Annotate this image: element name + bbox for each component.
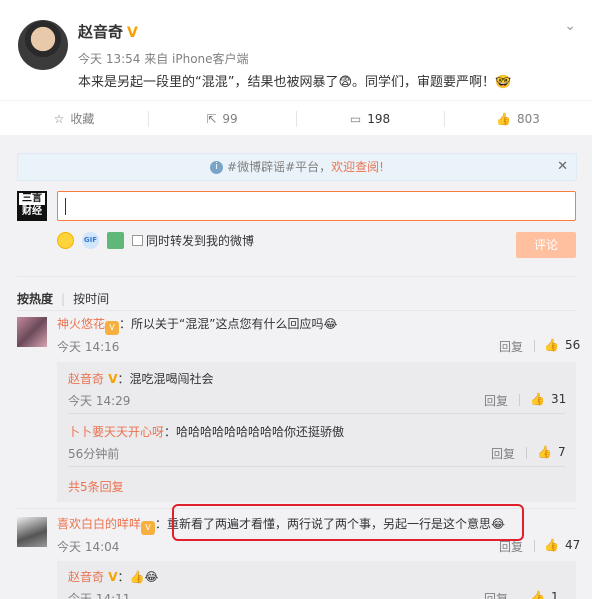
verified-badge-icon: V: [104, 372, 118, 386]
tab-sort-hot[interactable]: 按热度: [17, 292, 53, 306]
thumbs-up-icon: 👍: [537, 445, 552, 459]
divider: [68, 466, 565, 467]
author-name[interactable]: 赵音奇: [78, 23, 123, 41]
close-icon[interactable]: ✕: [557, 154, 568, 180]
favorite-button[interactable]: ☆ 收藏: [0, 101, 148, 137]
sort-tabs: 按热度 | 按时间: [17, 290, 109, 307]
repost-checkbox-label: 同时转发到我的微博: [146, 234, 255, 248]
divider: [17, 310, 577, 311]
action-bar: ☆ 收藏 ⇱ 99 ▭ 198 👍 803: [0, 100, 592, 136]
thumbs-up-icon: 👍: [544, 338, 559, 352]
tab-sort-time[interactable]: 按时间: [73, 292, 109, 306]
notice-text: #微博辟谣#平台，: [227, 160, 332, 174]
sub-comment-text: 赵音奇 V：混吃混喝闯社会: [68, 370, 214, 387]
sub-comment-text: 赵音奇 V：👍😂: [68, 568, 158, 585]
sub-comment-time: 56分钟前: [68, 447, 120, 461]
repost-count: 99: [222, 112, 238, 126]
verified-badge-icon: V: [127, 25, 138, 41]
comment-like-count: 31: [550, 392, 567, 406]
reply-button[interactable]: 回复: [484, 392, 508, 409]
comment-input[interactable]: [57, 191, 576, 221]
commenter-avatar[interactable]: [17, 317, 47, 347]
more-replies-link[interactable]: 共5条回复: [68, 478, 124, 495]
sub-comment-time: 今天 14:29: [68, 394, 131, 408]
member-badge-icon: V: [141, 521, 156, 535]
info-icon: i: [210, 161, 224, 174]
divider: [519, 394, 520, 406]
comment-like-count: 47: [564, 538, 581, 552]
gif-icon[interactable]: GIF: [82, 232, 99, 249]
tab-separator: |: [61, 292, 66, 306]
comment-body: ：所以关于“混混”这点您有什么回应吗😂: [119, 317, 338, 331]
reply-button[interactable]: 回复: [499, 338, 523, 355]
text-caret: [65, 198, 66, 215]
post-author[interactable]: 赵音奇 V: [78, 21, 138, 42]
divider: [526, 447, 527, 459]
user-avatar: 三言 财经: [17, 191, 47, 221]
commenter-avatar[interactable]: [17, 517, 47, 547]
logo-line1: 三言: [19, 193, 45, 205]
image-icon[interactable]: [107, 232, 124, 249]
repost-icon: ⇱: [206, 112, 217, 126]
rumor-notice: i #微博辟谣#平台，欢迎查阅! ✕: [17, 153, 577, 181]
post-content: 本来是另起一段里的“混混”，结果也被网暴了😨。同学们，审题要严啊！🤓: [78, 75, 512, 90]
author-avatar[interactable]: [18, 20, 68, 70]
highlight-annotation-box: [172, 504, 524, 541]
reply-button[interactable]: 回复: [491, 445, 515, 462]
divider: [534, 340, 535, 352]
divider: [68, 413, 565, 414]
sub-comment-body: ：👍😂: [117, 570, 159, 584]
logo-line2: 财经: [22, 206, 42, 217]
verified-badge-icon: V: [104, 570, 118, 584]
comment-like-button[interactable]: 👍 47: [544, 538, 580, 552]
comment-like-button[interactable]: 👍 31: [530, 392, 566, 406]
comment-count: 198: [367, 112, 391, 126]
comment-button[interactable]: ▭ 198: [296, 101, 444, 137]
comment-like-button[interactable]: 👍 7: [537, 445, 566, 459]
divider: [17, 276, 577, 277]
post-meta: 今天 13:54 来自 iPhone客户端: [78, 52, 249, 66]
weibo-post: 赵音奇 V 今天 13:54 来自 iPhone客户端 本来是另起一段里的“混混”…: [0, 0, 592, 100]
comment-like-count: 7: [557, 445, 566, 459]
commenter-name[interactable]: 喜欢白白的咩咩: [57, 517, 141, 531]
divider: [534, 540, 535, 552]
comment-text: 神火悠花 V ：所以关于“混混”这点您有什么回应吗😂: [57, 315, 337, 335]
emoji-icon[interactable]: [57, 232, 74, 249]
section-gap: [0, 136, 592, 146]
sub-comment-time: 今天 14:11: [68, 592, 131, 599]
comment-time: 今天 14:04: [57, 540, 120, 554]
sub-comment-body: ：混吃混喝闯社会: [117, 372, 214, 386]
chevron-down-icon[interactable]: ⌄: [564, 18, 576, 34]
sub-comment-body: ：哈哈哈哈哈哈哈哈哈你还挺骄傲: [164, 425, 345, 439]
comment-time: 今天 14:16: [57, 340, 120, 354]
comment-like-count: 56: [564, 338, 581, 352]
submit-comment-button[interactable]: 评论: [516, 232, 576, 258]
thumbs-up-icon: 👍: [530, 590, 545, 599]
commenter-name[interactable]: 神火悠花: [57, 317, 105, 331]
sub-comment-text: 卜卜要天天开心呀：哈哈哈哈哈哈哈哈哈你还挺骄傲: [68, 423, 344, 440]
comment-like-button[interactable]: 👍 56: [544, 338, 580, 352]
sub-commenter-name[interactable]: 赵音奇: [68, 372, 104, 386]
repost-button[interactable]: ⇱ 99: [148, 101, 296, 137]
star-icon: ☆: [53, 112, 65, 126]
like-button[interactable]: 👍 803: [444, 101, 592, 137]
reply-button[interactable]: 回复: [484, 590, 508, 599]
member-badge-icon: V: [105, 321, 120, 335]
comment-icon: ▭: [349, 112, 362, 126]
thumbs-up-icon: 👍: [530, 392, 545, 406]
thumbs-up-icon: 👍: [544, 538, 559, 552]
notice-link[interactable]: 欢迎查阅!: [331, 160, 384, 174]
repost-checkbox[interactable]: [132, 235, 143, 246]
sub-commenter-name[interactable]: 卜卜要天天开心呀: [68, 425, 164, 439]
thumbs-up-icon: 👍: [496, 112, 512, 126]
reply-button[interactable]: 回复: [499, 538, 523, 555]
like-count: 803: [517, 112, 540, 126]
composer-tools: GIF 同时转发到我的微博: [57, 232, 254, 250]
comment-like-count: 1: [550, 590, 559, 599]
favorite-label: 收藏: [70, 112, 95, 126]
sub-commenter-name[interactable]: 赵音奇: [68, 570, 104, 584]
comment-like-button[interactable]: 👍 1: [530, 590, 559, 599]
